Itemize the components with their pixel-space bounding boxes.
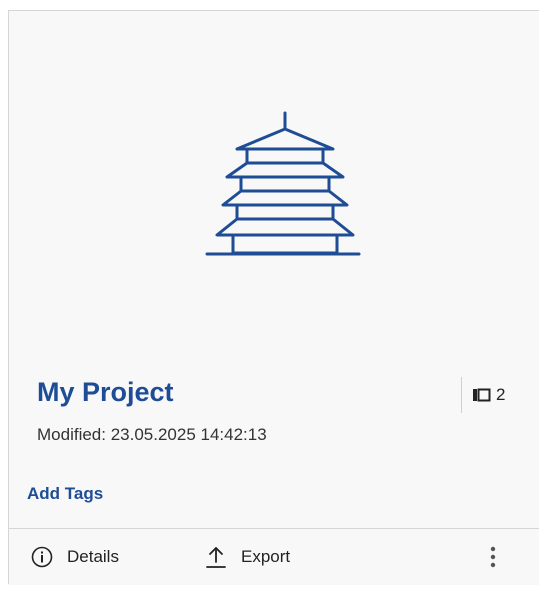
layers-icon	[473, 388, 491, 402]
more-vertical-icon	[490, 546, 496, 568]
item-count-badge: 2	[461, 377, 505, 413]
details-button[interactable]: Details	[31, 529, 119, 585]
details-label: Details	[67, 547, 119, 566]
info-icon	[31, 546, 53, 568]
card-footer: Details Export	[9, 528, 539, 585]
pagoda-icon	[205, 111, 361, 256]
export-label: Export	[241, 547, 291, 566]
item-count: 2	[496, 385, 506, 404]
modified-date: Modified: 23.05.2025 14:42:13	[37, 425, 267, 444]
upload-icon	[206, 547, 226, 568]
export-button[interactable]: Export	[205, 529, 290, 585]
add-tags-link[interactable]: Add Tags	[27, 484, 103, 504]
project-title[interactable]: My Project	[37, 377, 174, 408]
project-thumbnail[interactable]	[9, 11, 539, 361]
more-options-button[interactable]	[483, 529, 503, 585]
project-card[interactable]: My Project 2 Modified: 23.05.2025 14:42:…	[8, 10, 539, 585]
